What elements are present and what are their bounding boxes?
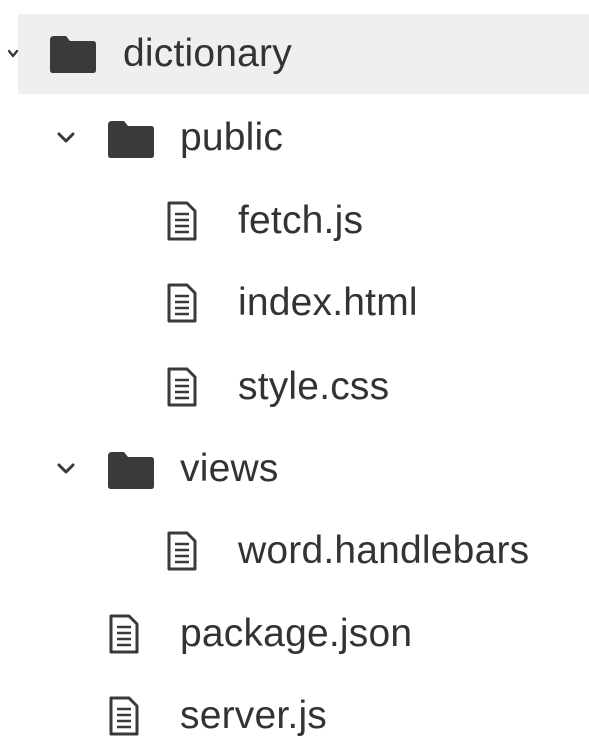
file-icon — [109, 614, 139, 654]
chevron-down-icon[interactable] — [55, 458, 77, 480]
folder-icon — [108, 121, 154, 158]
tree-label-package-json: package.json — [180, 612, 413, 655]
tree-label-server-js: server.js — [180, 694, 328, 737]
chevron-down-icon[interactable] — [2, 43, 24, 65]
tree-label-views: views — [180, 447, 279, 490]
file-icon — [109, 696, 139, 736]
file-icon — [167, 283, 197, 323]
tree-row-word-handlebars[interactable]: word.handlebars — [0, 511, 589, 591]
tree-row-fetch-js[interactable]: fetch.js — [0, 181, 589, 261]
tree-label-style-css: style.css — [238, 365, 390, 408]
file-icon — [167, 367, 197, 407]
tree-label-word-handlebars: word.handlebars — [238, 529, 530, 572]
file-icon — [167, 201, 197, 241]
folder-icon — [50, 36, 96, 73]
tree-row-dictionary[interactable]: dictionary — [7, 14, 589, 94]
tree-row-package-json[interactable]: package.json — [0, 594, 589, 674]
tree-row-views[interactable]: views — [0, 429, 589, 509]
tree-label-public: public — [180, 116, 284, 159]
file-tree: dictionary public fetch.js index.html st… — [0, 0, 589, 756]
tree-row-style-css[interactable]: style.css — [0, 347, 589, 427]
file-icon — [167, 531, 197, 571]
tree-label-fetch-js: fetch.js — [238, 199, 364, 242]
tree-row-index-html[interactable]: index.html — [0, 263, 589, 343]
tree-label-dictionary: dictionary — [123, 32, 292, 75]
tree-row-public[interactable]: public — [0, 98, 589, 178]
folder-icon — [108, 452, 154, 489]
tree-row-server-js[interactable]: server.js — [0, 676, 589, 756]
chevron-down-icon[interactable] — [55, 127, 77, 149]
tree-label-index-html: index.html — [238, 281, 418, 324]
